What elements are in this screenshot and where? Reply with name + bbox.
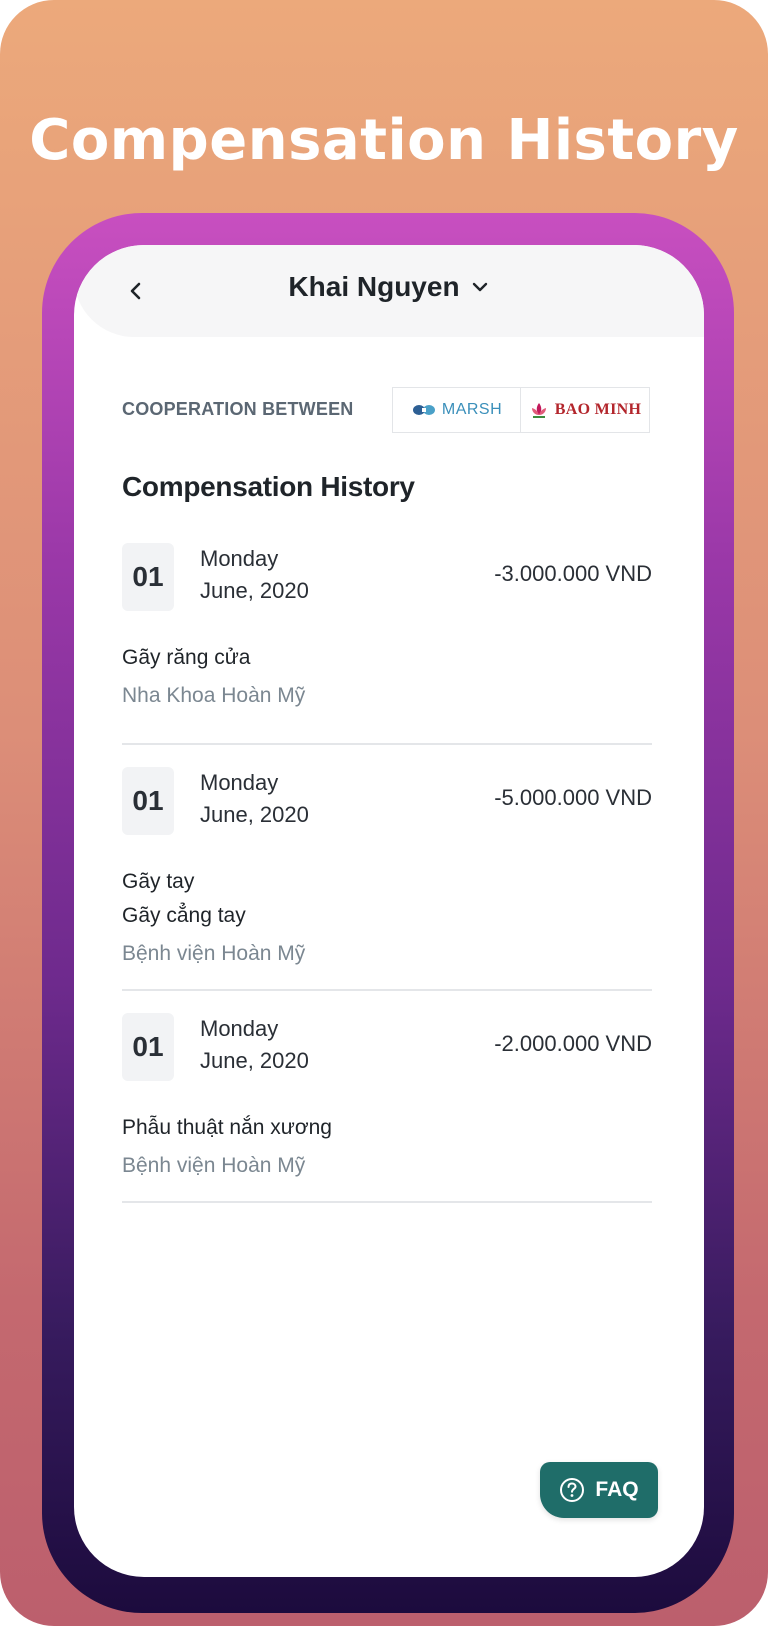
- marsh-logo-icon: [412, 405, 435, 415]
- entry-body: Gãy răng cửa Nha Khoa Hoàn Mỹ: [122, 625, 652, 731]
- date-block: Monday June, 2020: [200, 543, 309, 607]
- entry-weekday: Monday: [200, 1016, 279, 1041]
- entry-header: 01 Monday June, 2020 -5.000.000 VND: [122, 767, 652, 849]
- promo-background: Compensation History Khai Nguyen COOPERA…: [0, 0, 768, 1626]
- entry-description: Gãy tay: [122, 870, 195, 893]
- entry-header: 01 Monday June, 2020 -2.000.000 VND: [122, 1013, 652, 1095]
- entry-provider: Bệnh viện Hoàn Mỹ: [122, 1154, 306, 1177]
- entry-header: 01 Monday June, 2020 -3.000.000 VND: [122, 543, 652, 625]
- user-selector[interactable]: Khai Nguyen: [74, 271, 704, 303]
- entry-body: Phẫu thuật nắn xương Bệnh viện Hoàn Mỹ: [122, 1095, 652, 1201]
- entry-month-year: June, 2020: [200, 578, 309, 603]
- user-name: Khai Nguyen: [288, 271, 460, 302]
- top-bar: Khai Nguyen: [74, 245, 704, 337]
- compensation-list: 01 Monday June, 2020 -3.000.000 VND Gãy …: [122, 543, 652, 1203]
- cooperation-label: COOPERATION BETWEEN: [122, 399, 354, 419]
- entry-amount: -5.000.000 VND: [494, 785, 652, 810]
- marsh-logo-text: MARSH: [441, 401, 503, 418]
- entry-weekday: Monday: [200, 546, 279, 571]
- entry-amount: -2.000.000 VND: [494, 1031, 652, 1056]
- date-block: Monday June, 2020: [200, 767, 309, 831]
- faq-label: FAQ: [595, 1478, 639, 1501]
- entry-amount: -3.000.000 VND: [494, 561, 652, 586]
- date-block: Monday June, 2020: [200, 1013, 309, 1077]
- app-screen: Khai Nguyen COOPERATION BETWEEN MARSH BA…: [74, 245, 704, 1577]
- compensation-entry[interactable]: 01 Monday June, 2020 -2.000.000 VND Phẫu…: [122, 1013, 652, 1203]
- entry-description: Phẫu thuật nắn xương: [122, 1116, 332, 1139]
- day-badge: 01: [122, 1013, 174, 1081]
- day-badge: 01: [122, 767, 174, 835]
- entry-month-year: June, 2020: [200, 802, 309, 827]
- cooperation-row: COOPERATION BETWEEN MARSH BAO MINH: [122, 387, 652, 435]
- bao-minh-logo-text: BAO MINH: [554, 401, 642, 418]
- entry-body: Gãy tay Gãy cẳng tay Bệnh viện Hoàn Mỹ: [122, 849, 652, 989]
- bao-minh-logo: BAO MINH: [520, 387, 650, 433]
- lotus-logo-icon: [531, 403, 546, 418]
- entry-provider: Bệnh viện Hoàn Mỹ: [122, 942, 306, 965]
- day-badge: 01: [122, 543, 174, 611]
- compensation-entry[interactable]: 01 Monday June, 2020 -5.000.000 VND Gãy …: [122, 767, 652, 991]
- faq-button[interactable]: FAQ: [540, 1462, 658, 1518]
- section-title: Compensation History: [122, 471, 415, 502]
- marsh-logo: MARSH: [392, 387, 522, 433]
- help-circle-icon: [560, 1478, 585, 1502]
- entry-provider: Nha Khoa Hoàn Mỹ: [122, 684, 306, 707]
- entry-description: Gãy cẳng tay: [122, 904, 246, 927]
- entry-description: Gãy răng cửa: [122, 646, 251, 669]
- entry-weekday: Monday: [200, 770, 279, 795]
- entry-month-year: June, 2020: [200, 1048, 309, 1073]
- promo-title: Compensation History: [29, 108, 739, 173]
- chevron-down-icon: [472, 282, 487, 292]
- compensation-entry[interactable]: 01 Monday June, 2020 -3.000.000 VND Gãy …: [122, 543, 652, 745]
